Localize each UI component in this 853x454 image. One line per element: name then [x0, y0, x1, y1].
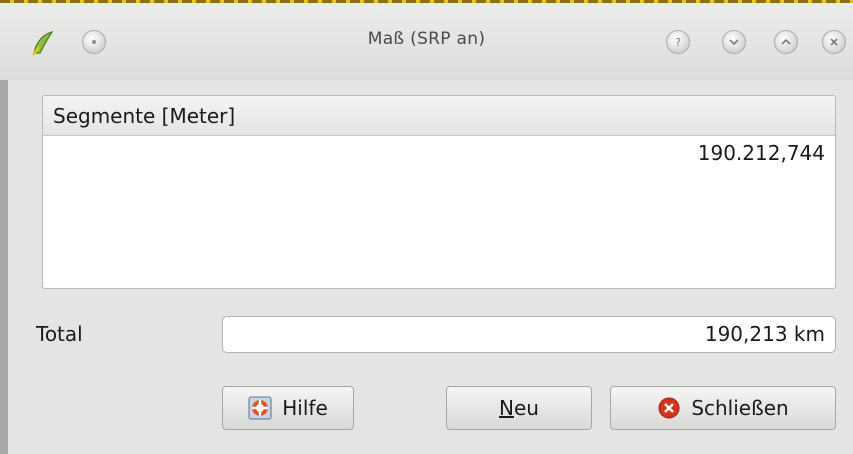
window-left-edge [0, 80, 8, 454]
close-button-label: Schließen [691, 396, 789, 420]
segments-column-header[interactable]: Segmente [Meter] [43, 96, 835, 136]
lifebuoy-icon [248, 396, 272, 420]
segments-table[interactable]: Segmente [Meter] 190.212,744 [42, 95, 836, 289]
total-label: Total [36, 322, 83, 346]
new-button[interactable]: Neu [446, 386, 592, 430]
total-field[interactable]: 190,213 km [222, 316, 836, 353]
close-icon[interactable] [822, 30, 846, 54]
title-bar[interactable]: Maß (SRP an) ? [0, 3, 853, 80]
minimize-icon[interactable] [722, 30, 746, 54]
new-button-label: Neu [499, 396, 539, 420]
close-circle-icon [658, 397, 680, 419]
measure-dialog: Maß (SRP an) ? Segmente [Meter] 190.212,… [0, 0, 853, 454]
help-button[interactable]: Hilfe [222, 386, 354, 430]
maximize-icon[interactable] [774, 30, 798, 54]
svg-text:?: ? [675, 36, 681, 49]
table-row[interactable]: 190.212,744 [43, 136, 835, 170]
help-icon[interactable]: ? [666, 30, 690, 54]
close-button[interactable]: Schließen [610, 386, 836, 430]
help-button-label: Hilfe [282, 396, 328, 420]
